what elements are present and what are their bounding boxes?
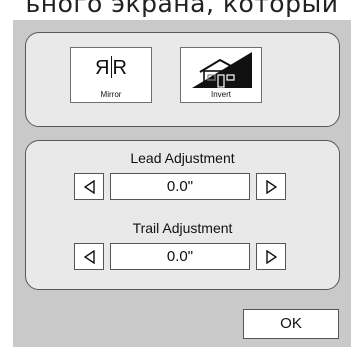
adjustment-panel: Lead Adjustment 0.0" Trail Adjustment 0.… [25, 140, 340, 290]
transform-panel: RR Mirror Invert [25, 32, 340, 127]
trail-adjustment-row: 0.0" [74, 243, 294, 270]
print-options-dialog: RR Mirror Invert Lead Adjustment 0.0" Tr… [13, 20, 351, 347]
mirror-icon-right-letter: R [112, 57, 128, 79]
trail-adjustment-title: Trail Adjustment [132, 220, 233, 236]
invert-button-label: Invert [210, 90, 231, 99]
trail-decrease-button[interactable] [74, 243, 104, 270]
lead-value-field[interactable]: 0.0" [110, 173, 250, 200]
left-triangle-icon [84, 180, 95, 194]
invert-house-icon [192, 52, 252, 88]
trail-value-field[interactable]: 0.0" [110, 243, 250, 270]
ok-button[interactable]: OK [243, 309, 339, 339]
mirror-button[interactable]: RR Mirror [70, 47, 152, 103]
lead-decrease-button[interactable] [74, 173, 104, 200]
lead-adjustment-title: Lead Adjustment [130, 150, 235, 166]
left-triangle-icon [84, 250, 95, 264]
mirror-icon: RR [71, 56, 151, 80]
lead-increase-button[interactable] [256, 173, 286, 200]
mirror-button-label: Mirror [100, 90, 122, 99]
invert-button[interactable]: Invert [180, 47, 262, 103]
lead-adjustment-row: 0.0" [74, 173, 294, 200]
mirror-axis-line [110, 56, 112, 78]
mirror-icon-left-letter: R [94, 57, 110, 79]
trail-increase-button[interactable] [256, 243, 286, 270]
right-triangle-icon [266, 250, 277, 264]
right-triangle-icon [266, 180, 277, 194]
